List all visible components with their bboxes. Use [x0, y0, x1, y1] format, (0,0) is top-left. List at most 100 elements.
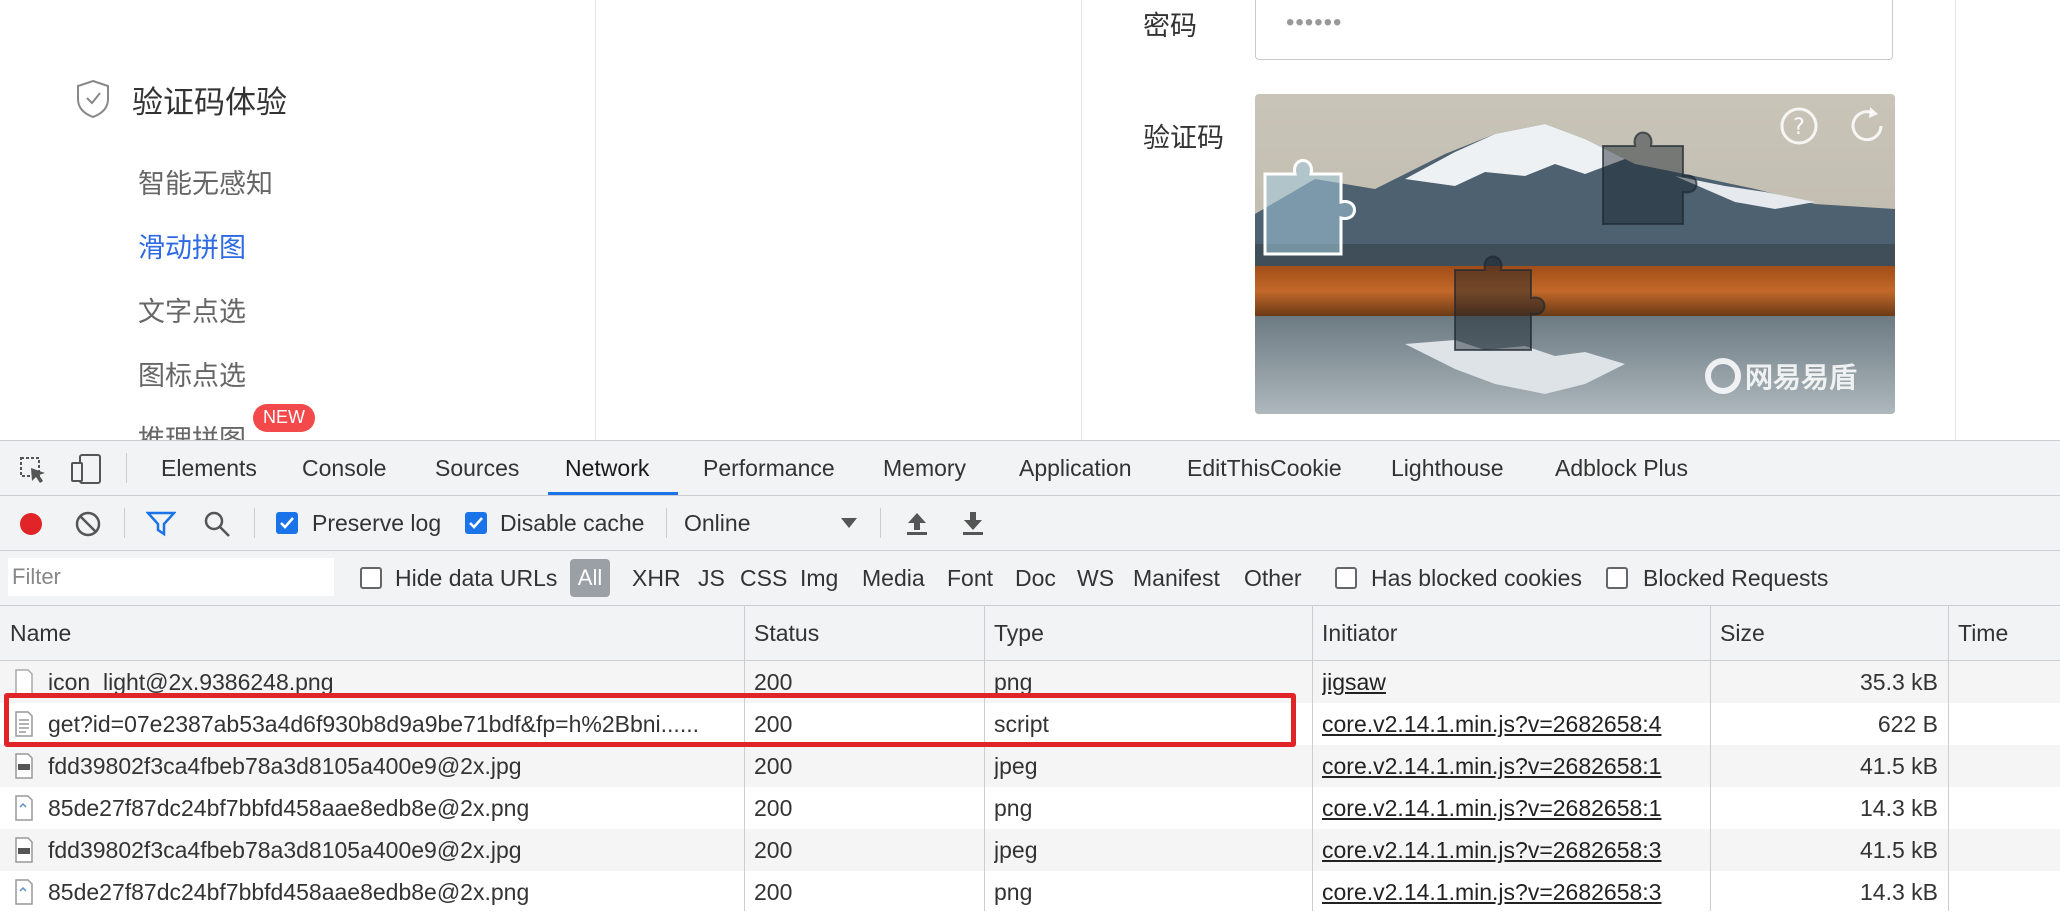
inspect-element-icon[interactable] — [18, 455, 48, 485]
column-divider — [1948, 606, 1949, 911]
filter-input[interactable] — [8, 558, 334, 596]
request-status: 200 — [754, 795, 793, 821]
type-filter-manifest[interactable]: Manifest — [1133, 551, 1220, 605]
type-filter-js[interactable]: JS — [698, 551, 725, 605]
request-name[interactable]: 85de27f87dc24bf7bbfd458aae8edb8e@2x.png — [48, 787, 733, 829]
import-har-icon[interactable] — [904, 510, 930, 536]
toolbar-separator — [254, 508, 255, 538]
column-header-status[interactable]: Status — [744, 606, 984, 660]
tab-memory[interactable]: Memory — [883, 441, 966, 495]
request-type: png — [994, 669, 1033, 695]
tab-application[interactable]: Application — [1019, 441, 1132, 495]
tab-lighthouse[interactable]: Lighthouse — [1391, 441, 1504, 495]
blocked-requests-label[interactable]: Blocked Requests — [1643, 551, 1828, 605]
disable-cache-checkbox[interactable] — [465, 512, 487, 534]
jpeg-file-icon — [15, 837, 33, 863]
captcha-image: 网易易盾 ? — [1255, 94, 1895, 414]
request-initiator-link[interactable]: core.v2.14.1.min.js?v=2682658:3 — [1322, 871, 1702, 913]
captcha-label: 验证码 — [1143, 123, 1224, 154]
request-initiator-link[interactable]: core.v2.14.1.min.js?v=2682658:4 — [1322, 703, 1702, 745]
table-row[interactable]: icon_light@2x.9386248.png 200 png jigsaw 35.… — [0, 661, 2060, 703]
password-field[interactable]: •••••• — [1255, 0, 1893, 60]
sidebar-item-text-click[interactable]: 文字点选 — [138, 290, 246, 329]
column-divider — [1955, 0, 1956, 440]
clear-icon[interactable] — [74, 510, 102, 538]
type-filter-xhr[interactable]: XHR — [632, 551, 681, 605]
sidebar-item-slide-puzzle[interactable]: 滑动拼图 — [138, 226, 246, 265]
column-header-time[interactable]: Time — [1948, 606, 2060, 660]
tab-network[interactable]: Network — [565, 441, 649, 495]
export-har-icon[interactable] — [960, 510, 986, 536]
search-icon[interactable] — [203, 510, 231, 538]
request-initiator-link[interactable]: core.v2.14.1.min.js?v=2682658:1 — [1322, 745, 1702, 787]
filter-icon[interactable] — [146, 510, 176, 538]
request-name[interactable]: icon_light@2x.9386248.png — [48, 661, 733, 703]
request-name[interactable]: fdd39802f3ca4fbeb78a3d8105a400e9@2x.jpg — [48, 829, 733, 871]
sidebar-item-reasoning-puzzle[interactable]: 推理拼图 — [138, 418, 246, 440]
question-circle-icon[interactable]: ? — [1777, 104, 1821, 148]
preserve-log-label[interactable]: Preserve log — [312, 496, 441, 550]
record-icon[interactable] — [16, 509, 46, 539]
hide-data-urls-label[interactable]: Hide data URLs — [395, 551, 557, 605]
devtools-panel: Elements Console Sources Network Perform… — [0, 440, 2060, 911]
request-initiator-link[interactable]: core.v2.14.1.min.js?v=2682658:1 — [1322, 787, 1702, 829]
request-type: png — [994, 795, 1033, 821]
tab-editthiscookie[interactable]: EditThisCookie — [1187, 441, 1342, 495]
column-header-name[interactable]: Name — [0, 606, 744, 660]
request-size: 41.5 kB — [1860, 753, 1938, 779]
type-filter-font[interactable]: Font — [947, 551, 993, 605]
blocked-requests-checkbox[interactable] — [1606, 567, 1628, 589]
column-header-size[interactable]: Size — [1710, 606, 1948, 660]
sidebar-title-row: 验证码体验 — [76, 76, 287, 122]
type-filter-ws[interactable]: WS — [1077, 551, 1114, 605]
table-row[interactable]: 85de27f87dc24bf7bbfd458aae8edb8e@2x.png 2… — [0, 871, 2060, 913]
tab-elements[interactable]: Elements — [161, 441, 257, 495]
column-divider — [595, 0, 596, 440]
sidebar-title: 验证码体验 — [132, 84, 287, 121]
column-header-initiator[interactable]: Initiator — [1312, 606, 1710, 660]
toolbar-separator — [880, 508, 881, 538]
tab-adblock-plus[interactable]: Adblock Plus — [1555, 441, 1688, 495]
request-initiator-link[interactable]: jigsaw — [1322, 661, 1702, 703]
type-filter-all[interactable]: All — [570, 559, 610, 597]
column-divider — [984, 606, 985, 911]
sidebar-item-icon-click[interactable]: 图标点选 — [138, 354, 246, 393]
active-tab-indicator — [548, 492, 678, 495]
preserve-log-checkbox[interactable] — [276, 512, 298, 534]
web-page: 验证码体验 智能无感知 滑动拼图 文字点选 图标点选 推理拼图 NEW 密码 •… — [0, 0, 2060, 440]
request-name[interactable]: fdd39802f3ca4fbeb78a3d8105a400e9@2x.jpg — [48, 745, 733, 787]
png-file-icon — [15, 795, 33, 821]
type-filter-img[interactable]: Img — [800, 551, 838, 605]
request-type: png — [994, 879, 1033, 905]
toolbar-separator — [666, 508, 667, 538]
request-initiator-link[interactable]: core.v2.14.1.min.js?v=2682658:3 — [1322, 829, 1702, 871]
request-name[interactable]: get?id=07e2387ab53a4d6f930b8d9a9be71bdf&… — [48, 703, 733, 745]
tab-performance[interactable]: Performance — [703, 441, 835, 495]
request-name[interactable]: 85de27f87dc24bf7bbfd458aae8edb8e@2x.png — [48, 871, 733, 913]
request-status: 200 — [754, 837, 793, 863]
tab-console[interactable]: Console — [302, 441, 386, 495]
filter-bar: Hide data URLs All XHR JS CSS Img Media … — [0, 551, 2060, 606]
throttling-select[interactable]: Online — [684, 496, 750, 550]
table-row[interactable]: fdd39802f3ca4fbeb78a3d8105a400e9@2x.jpg 2… — [0, 745, 2060, 787]
request-status: 200 — [754, 711, 793, 737]
table-row[interactable]: 85de27f87dc24bf7bbfd458aae8edb8e@2x.png 2… — [0, 787, 2060, 829]
chevron-down-icon[interactable] — [840, 517, 858, 529]
sidebar-item-smart[interactable]: 智能无感知 — [138, 162, 273, 201]
has-blocked-cookies-checkbox[interactable] — [1335, 567, 1357, 589]
type-filter-css[interactable]: CSS — [740, 551, 787, 605]
hide-data-urls-checkbox[interactable] — [360, 567, 382, 589]
table-row[interactable]: get?id=07e2387ab53a4d6f930b8d9a9be71bdf&… — [0, 703, 2060, 745]
type-filter-other[interactable]: Other — [1244, 551, 1302, 605]
column-header-type[interactable]: Type — [984, 606, 1312, 660]
has-blocked-cookies-label[interactable]: Has blocked cookies — [1371, 551, 1582, 605]
refresh-icon[interactable] — [1845, 104, 1889, 148]
tab-sources[interactable]: Sources — [435, 441, 519, 495]
device-toolbar-icon[interactable] — [70, 453, 104, 485]
type-filter-media[interactable]: Media — [862, 551, 925, 605]
request-type: script — [994, 711, 1049, 737]
type-filter-doc[interactable]: Doc — [1015, 551, 1056, 605]
disable-cache-label[interactable]: Disable cache — [500, 496, 644, 550]
request-size: 14.3 kB — [1860, 795, 1938, 821]
table-row[interactable]: fdd39802f3ca4fbeb78a3d8105a400e9@2x.jpg 2… — [0, 829, 2060, 871]
